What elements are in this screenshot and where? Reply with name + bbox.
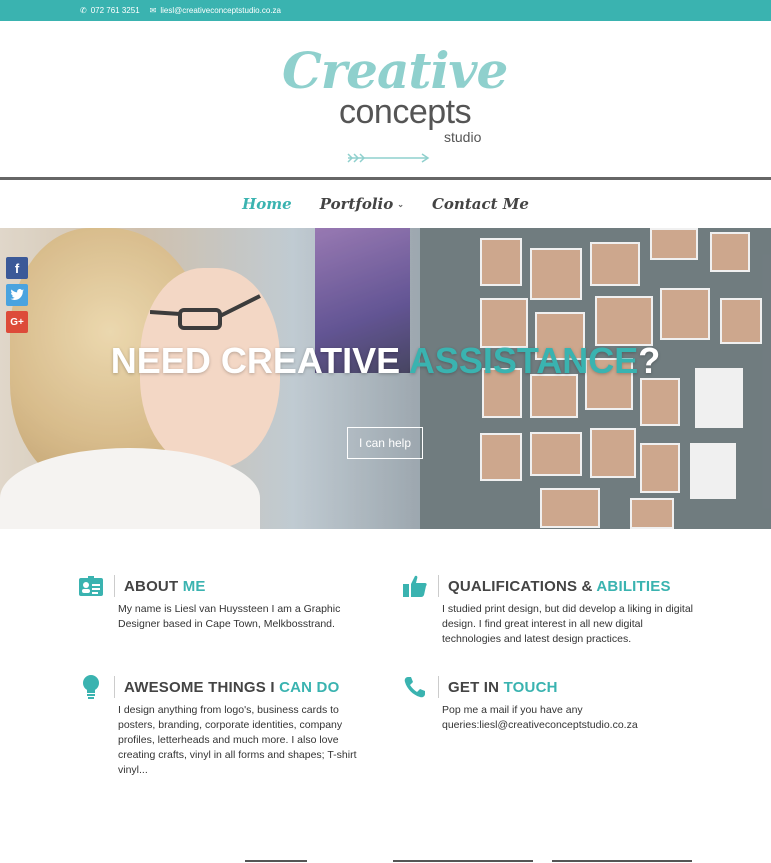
nav-home[interactable]: Home — [242, 195, 292, 213]
phone-icon: ✆ — [80, 6, 87, 15]
awesome-things-title: AWESOME THINGS I CAN DO — [124, 678, 340, 696]
qualifications-block: QUALIFICATIONS & ABILITIES I studied pri… — [402, 573, 702, 647]
get-in-touch-title: GET IN TOUCH — [448, 678, 558, 696]
google-plus-icon[interactable]: G+ — [6, 311, 28, 333]
logo-line-2: concepts — [339, 93, 472, 131]
top-bar: ✆ 072 761 3251 ✉ liesl@creativeconceptst… — [0, 0, 771, 21]
lightbulb-icon — [78, 674, 104, 700]
site-header: Creative concepts studio — [0, 21, 771, 177]
email-address: liesl@creativeconceptstudio.co.za — [160, 6, 281, 15]
logo-line-1: Creative — [282, 41, 508, 100]
about-me-block: ABOUT ME My name is Liesl van Huyssteen … — [78, 573, 378, 632]
twitter-icon[interactable] — [6, 284, 28, 306]
about-me-text: My name is Liesl van Huyssteen I am a Gr… — [118, 603, 341, 630]
social-sidebar: f G+ — [6, 257, 28, 333]
phone-number: 072 761 3251 — [90, 6, 140, 15]
hero-banner: NEED CREATIVE ASSISTANCE? I can help — [0, 228, 771, 529]
logo-line-3: studio — [444, 129, 482, 145]
main-nav: Home Portfolio ⌄ Contact Me — [0, 180, 771, 228]
nav-contact[interactable]: Contact Me — [432, 195, 529, 213]
phone-contact[interactable]: ✆ 072 761 3251 — [80, 6, 140, 15]
arrow-icon — [347, 153, 430, 163]
qualifications-title: QUALIFICATIONS & ABILITIES — [448, 577, 671, 595]
about-me-title: ABOUT ME — [124, 577, 206, 595]
get-in-touch-block: GET IN TOUCH Pop me a mail if you have a… — [402, 674, 702, 733]
facebook-icon[interactable]: f — [6, 257, 28, 279]
thumbs-up-icon — [402, 573, 428, 599]
nav-portfolio-label: Portfolio — [319, 195, 394, 213]
hero-title-end: ? — [638, 340, 661, 381]
hero-cta-button[interactable]: I can help — [347, 427, 423, 459]
hero-title-main: NEED CREATIVE — [110, 340, 409, 381]
phone-icon — [402, 674, 428, 700]
hero-title: NEED CREATIVE ASSISTANCE? — [0, 340, 771, 382]
envelope-icon: ✉ — [149, 6, 157, 15]
awesome-things-block: AWESOME THINGS I CAN DO I design anythin… — [78, 674, 378, 778]
awesome-things-text: I design anything from logo's, business … — [118, 704, 357, 776]
qualifications-text: I studied print design, but did develop … — [442, 603, 693, 645]
get-in-touch-text: Pop me a mail if you have any queries:li… — [442, 704, 638, 731]
site-logo[interactable]: Creative concepts studio — [282, 41, 508, 163]
id-card-icon — [78, 573, 104, 599]
email-contact[interactable]: ✉ liesl@creativeconceptstudio.co.za — [150, 6, 281, 15]
nav-portfolio[interactable]: Portfolio ⌄ — [320, 195, 404, 213]
hero-title-accent: ASSISTANCE — [408, 340, 639, 381]
chevron-down-icon: ⌄ — [397, 199, 404, 209]
